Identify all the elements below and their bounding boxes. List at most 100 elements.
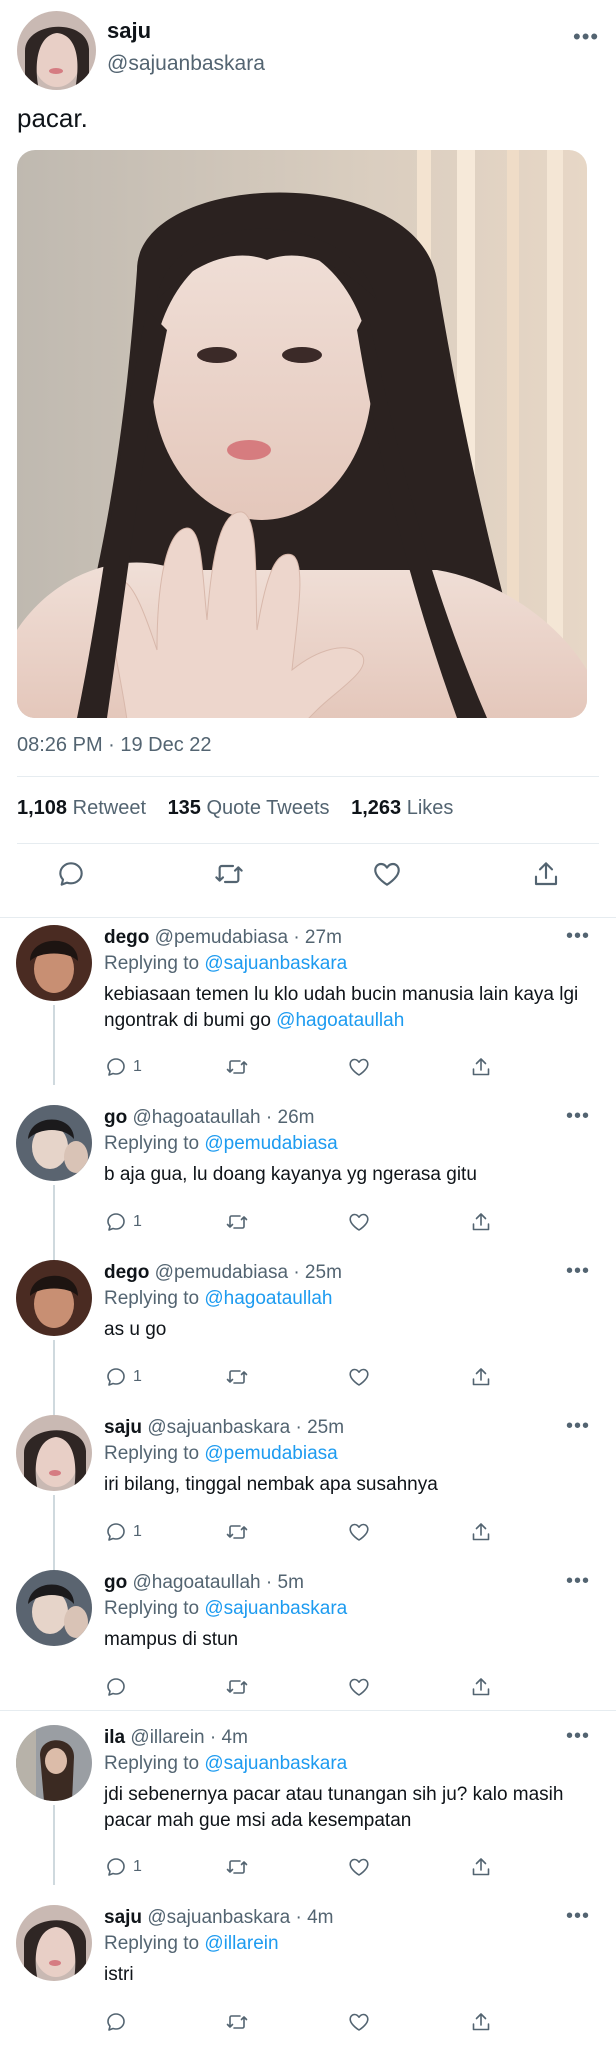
reply-icon: [104, 1855, 128, 1879]
reply-icon: [104, 1520, 128, 1544]
more-options-icon[interactable]: •••: [566, 1570, 590, 1593]
avatar[interactable]: [17, 11, 96, 90]
author-handle[interactable]: @sajuanbaskara: [107, 52, 265, 76]
reply-icon[interactable]: [55, 858, 87, 890]
replying-to: Replying to @pemudabiasa: [104, 1133, 338, 1154]
mention-link[interactable]: @pemudabiasa: [204, 1133, 337, 1154]
retweet-icon: [225, 1520, 249, 1544]
replying-to: Replying to @pemudabiasa: [104, 1443, 338, 1464]
mention-link[interactable]: @hagoataullah: [276, 1010, 404, 1031]
retweet-icon: [225, 2010, 249, 2034]
like-icon[interactable]: [371, 858, 403, 890]
share-button[interactable]: [469, 1053, 493, 1081]
retweet-icon[interactable]: [213, 858, 245, 890]
like-button[interactable]: [347, 1673, 371, 1701]
thread-line: [53, 1005, 55, 1085]
mention-link[interactable]: @sajuanbaskara: [204, 1598, 347, 1619]
avatar[interactable]: [16, 1905, 92, 1981]
retweet-button[interactable]: [225, 1363, 249, 1391]
reply-tweet[interactable]: dego @pemudabiasa · 27m ••• Replying to …: [0, 925, 616, 1085]
reply-icon: [104, 1210, 128, 1234]
quote-tweets-stat[interactable]: 135 Quote Tweets: [168, 797, 330, 819]
reply-button[interactable]: 1: [104, 1518, 142, 1546]
reply-button[interactable]: [104, 1673, 128, 1701]
share-button[interactable]: [469, 1363, 493, 1391]
like-button[interactable]: [347, 1208, 371, 1236]
mention-link[interactable]: @sajuanbaskara: [204, 1753, 347, 1774]
reply-button[interactable]: [104, 2008, 128, 2036]
retweet-icon: [225, 1855, 249, 1879]
avatar[interactable]: [16, 925, 92, 1001]
avatar[interactable]: [16, 1415, 92, 1491]
thread-line: [53, 1805, 55, 1885]
reply-tweet[interactable]: saju @sajuanbaskara · 25m ••• Replying t…: [0, 1415, 616, 1570]
reply-actions: 1: [104, 1853, 504, 1881]
avatar[interactable]: [16, 1105, 92, 1181]
reply-tweet[interactable]: go @hagoataullah · 26m ••• Replying to @…: [0, 1105, 616, 1260]
mention-link[interactable]: @pemudabiasa: [204, 1443, 337, 1464]
retweet-icon: [225, 1055, 249, 1079]
share-button[interactable]: [469, 1518, 493, 1546]
reply-button[interactable]: 1: [104, 1363, 142, 1391]
retweet-stat[interactable]: 1,108 Retweet: [17, 797, 146, 819]
divider: [0, 1710, 616, 1711]
reply-count: 1: [133, 1058, 142, 1075]
reply-count: 1: [133, 1858, 142, 1875]
thread-line: [53, 1340, 55, 1415]
share-button[interactable]: [469, 1208, 493, 1236]
thread-line: [53, 1495, 55, 1570]
mention-link[interactable]: @sajuanbaskara: [204, 953, 347, 974]
share-button[interactable]: [469, 1853, 493, 1881]
like-button[interactable]: [347, 1363, 371, 1391]
retweet-button[interactable]: [225, 1518, 249, 1546]
more-options-icon[interactable]: •••: [566, 1260, 590, 1283]
retweet-button[interactable]: [225, 2008, 249, 2036]
replying-to: Replying to @illarein: [104, 1933, 279, 1954]
tweet-photo[interactable]: [17, 150, 587, 718]
share-icon[interactable]: [530, 858, 562, 890]
reply-header: saju @sajuanbaskara · 25m: [104, 1417, 345, 1438]
likes-stat[interactable]: 1,263 Likes: [351, 797, 453, 819]
mention-link[interactable]: @hagoataullah: [204, 1288, 332, 1309]
reply-header: dego @pemudabiasa · 25m: [104, 1262, 342, 1283]
retweet-icon: [225, 1365, 249, 1389]
like-button[interactable]: [347, 1518, 371, 1546]
replying-to: Replying to @hagoataullah: [104, 1288, 333, 1309]
retweet-button[interactable]: [225, 1208, 249, 1236]
reply-icon: [104, 2010, 128, 2034]
share-icon: [469, 1520, 493, 1544]
reply-actions: [104, 1673, 504, 1701]
like-button[interactable]: [347, 1853, 371, 1881]
more-options-icon[interactable]: •••: [566, 925, 590, 948]
retweet-button[interactable]: [225, 1053, 249, 1081]
author-name[interactable]: saju: [107, 18, 151, 44]
avatar[interactable]: [16, 1570, 92, 1646]
reply-tweet[interactable]: saju @sajuanbaskara · 4m ••• Replying to…: [0, 1905, 616, 2040]
more-options-icon[interactable]: •••: [566, 1905, 590, 1928]
reply-header: go @hagoataullah · 5m: [104, 1572, 304, 1593]
mention-link[interactable]: @illarein: [204, 1933, 278, 1954]
more-options-icon[interactable]: •••: [566, 1105, 590, 1128]
divider: [17, 776, 599, 777]
retweet-button[interactable]: [225, 1853, 249, 1881]
reply-button[interactable]: 1: [104, 1053, 142, 1081]
more-options-icon[interactable]: •••: [566, 1725, 590, 1748]
like-button[interactable]: [347, 2008, 371, 2036]
like-button[interactable]: [347, 1053, 371, 1081]
reply-tweet[interactable]: go @hagoataullah · 5m ••• Replying to @s…: [0, 1570, 616, 1700]
more-options-icon[interactable]: •••: [566, 1415, 590, 1438]
like-icon: [347, 1675, 371, 1699]
reply-button[interactable]: 1: [104, 1208, 142, 1236]
share-button[interactable]: [469, 2008, 493, 2036]
reply-header: go @hagoataullah · 26m: [104, 1107, 315, 1128]
reply-tweet[interactable]: ila @illarein · 4m ••• Replying to @saju…: [0, 1725, 616, 1885]
share-button[interactable]: [469, 1673, 493, 1701]
reply-button[interactable]: 1: [104, 1853, 142, 1881]
reply-tweet[interactable]: dego @pemudabiasa · 25m ••• Replying to …: [0, 1260, 616, 1415]
retweet-button[interactable]: [225, 1673, 249, 1701]
avatar[interactable]: [16, 1260, 92, 1336]
tweet-timestamp[interactable]: 08:26 PM · 19 Dec 22: [17, 734, 212, 757]
avatar[interactable]: [16, 1725, 92, 1801]
more-options-icon[interactable]: •••: [573, 24, 599, 50]
reply-icon: [104, 1675, 128, 1699]
